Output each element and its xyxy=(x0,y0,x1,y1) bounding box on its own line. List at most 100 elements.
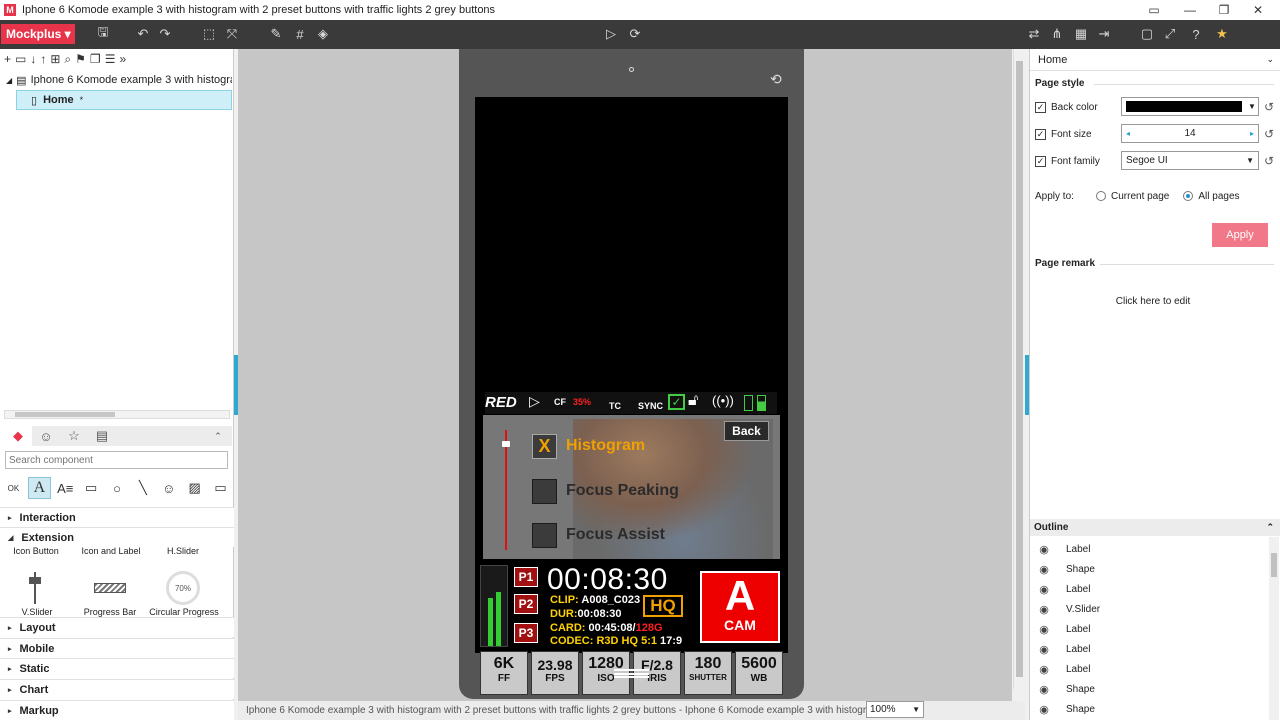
tab-components-icon[interactable]: ◆ xyxy=(4,426,32,446)
v-slider-thumb[interactable] xyxy=(502,441,510,447)
category-chart[interactable]: ▸ Chart xyxy=(0,679,234,699)
rotate-icon[interactable]: ⟲ xyxy=(770,71,782,88)
back-color-checkbox[interactable]: ✓ xyxy=(1035,101,1046,113)
redo-icon[interactable]: ↷ xyxy=(156,25,174,43)
preset-p1-button[interactable]: P1 xyxy=(514,567,538,587)
category-interaction[interactable]: ▸ Interaction xyxy=(0,507,234,527)
font-family-checkbox[interactable]: ✓ xyxy=(1035,155,1046,167)
outline-item[interactable]: ◉ Shape xyxy=(1030,559,1266,579)
folder-icon[interactable]: ▭ xyxy=(15,52,26,66)
collapse-icon[interactable]: ◢ xyxy=(6,76,12,85)
preset-p3-button[interactable]: P3 xyxy=(514,623,538,643)
fps-tile[interactable]: 23.98 FPS xyxy=(531,651,579,695)
back-button[interactable]: Back xyxy=(724,421,769,441)
swap-icon[interactable]: ⇄ xyxy=(1025,25,1043,43)
v-slider-track[interactable] xyxy=(505,430,507,550)
ext-icon-button[interactable]: Icon Button xyxy=(6,546,66,556)
help-icon[interactable]: ? xyxy=(1187,25,1205,43)
share-icon[interactable]: ⋔ xyxy=(1048,25,1066,43)
category-mobile[interactable]: ▸ Mobile xyxy=(0,638,234,658)
outline-item[interactable]: ◉ Shape xyxy=(1030,699,1266,719)
fullscreen-icon[interactable]: ⤢ xyxy=(1161,25,1179,43)
ext-circular-progress[interactable]: Circular Progress xyxy=(146,607,222,617)
more-icon[interactable]: » xyxy=(119,52,126,66)
resize-icon[interactable]: ⤧ xyxy=(223,25,241,43)
outline-item[interactable]: ◉ Label xyxy=(1030,579,1266,599)
icon-component-icon[interactable]: ☺ xyxy=(157,477,180,499)
font-size-stepper[interactable]: ◂ 14 ▸ xyxy=(1121,124,1259,143)
window-icon[interactable]: ▢ xyxy=(1138,25,1156,43)
design-canvas[interactable]: ⟲ RED ▷ CF 35% TC SYNC ✓ 🔓︎ ((•)) Back X… xyxy=(238,49,1012,701)
home-menu-icon[interactable] xyxy=(614,669,649,678)
all-pages-radio[interactable] xyxy=(1183,191,1194,201)
category-extension[interactable]: ◢ Extension xyxy=(0,527,234,547)
reset-font-family-icon[interactable]: ↺ xyxy=(1264,154,1274,168)
outline-scrollbar[interactable] xyxy=(1269,537,1279,720)
sync-icon[interactable]: ⟳ xyxy=(626,25,644,43)
reset-font-size-icon[interactable]: ↺ xyxy=(1264,127,1274,141)
category-markup[interactable]: ▸ Markup xyxy=(0,700,234,720)
play-icon[interactable]: ▷ xyxy=(602,25,620,43)
search-icon[interactable]: ⌕ xyxy=(64,52,71,67)
canvas-vertical-scrollbar[interactable] xyxy=(1013,49,1025,689)
project-tree-item[interactable]: ◢ ▤ Iphone 6 Komode example 3 with histo… xyxy=(0,70,232,90)
outline-item[interactable]: ◉ Label xyxy=(1030,539,1266,559)
tab-templates-icon[interactable]: ▤ xyxy=(88,426,116,446)
line-component-icon[interactable]: ╲ xyxy=(131,477,154,499)
brush-icon[interactable]: ✎ xyxy=(267,25,285,43)
white-balance-tile[interactable]: 5600 WB xyxy=(735,651,783,695)
outline-item[interactable]: ◉ V.Slider xyxy=(1030,599,1266,619)
select-icon[interactable]: ⬚ xyxy=(200,25,218,43)
focus-peaking-checkbox[interactable] xyxy=(532,479,557,504)
mockplus-menu-button[interactable]: Mockplus ▾ xyxy=(1,24,75,44)
export-icon[interactable]: ▦ xyxy=(1072,25,1090,43)
undo-icon[interactable]: ↶ xyxy=(134,25,152,43)
outline-item[interactable]: ◉ Shape xyxy=(1030,679,1266,699)
focus-assist-checkbox[interactable] xyxy=(532,523,557,548)
avatar-icon[interactable]: ★ xyxy=(1213,25,1231,43)
move-down-icon[interactable]: ↓ xyxy=(30,52,36,66)
collapse-properties-icon[interactable]: ⌄ xyxy=(1266,54,1274,65)
apply-button[interactable]: Apply xyxy=(1212,223,1268,247)
ext-progress-bar[interactable]: Progress Bar xyxy=(78,607,142,617)
rectangle-component-icon[interactable]: ▭ xyxy=(80,477,103,499)
grid-icon[interactable]: # xyxy=(291,25,309,43)
save-icon[interactable]: 🖫 xyxy=(94,24,112,43)
outline-item[interactable]: ◉ Label xyxy=(1030,619,1266,639)
outline-item[interactable]: ◉ Label xyxy=(1030,659,1266,679)
back-color-picker[interactable]: ▼ xyxy=(1121,97,1259,116)
button-component-icon[interactable]: OK xyxy=(2,477,25,499)
minimize-button[interactable]: — xyxy=(1172,0,1208,20)
collapse-panel-icon[interactable]: ⌃ xyxy=(204,426,232,446)
tab-favorites-icon[interactable]: ☆ xyxy=(60,426,88,446)
tree-scrollbar[interactable] xyxy=(4,410,230,419)
remark-edit-area[interactable]: Click here to edit xyxy=(1030,296,1276,307)
restore-view-icon[interactable]: ▭ xyxy=(1136,0,1172,20)
font-family-select[interactable]: Segoe UI ▼ xyxy=(1121,151,1259,170)
tree-icon[interactable]: ⊞ xyxy=(50,52,60,66)
circle-component-icon[interactable]: ○ xyxy=(106,477,129,499)
image-component-icon[interactable]: ▨ xyxy=(183,477,206,499)
page-item-home[interactable]: ▯ Home * xyxy=(16,90,232,110)
input-component-icon[interactable]: ▭ xyxy=(209,477,232,499)
flag-icon[interactable]: ⚑ xyxy=(75,52,86,66)
tab-icons-icon[interactable]: ☺ xyxy=(32,426,60,446)
font-size-checkbox[interactable]: ✓ xyxy=(1035,128,1046,140)
increase-icon[interactable]: ▸ xyxy=(1250,129,1254,138)
close-button[interactable]: ✕ xyxy=(1240,0,1276,20)
paragraph-component-icon[interactable]: A≡ xyxy=(54,477,77,499)
reset-back-color-icon[interactable]: ↺ xyxy=(1264,100,1274,114)
exit-icon[interactable]: ⇥ xyxy=(1095,25,1113,43)
current-page-radio[interactable] xyxy=(1096,191,1106,201)
shutter-tile[interactable]: 180 SHUTTER xyxy=(684,651,732,695)
copy-icon[interactable]: ❐ xyxy=(90,52,101,66)
outline-item[interactable]: ◉ Label xyxy=(1030,639,1266,659)
move-up-icon[interactable]: ↑ xyxy=(40,52,46,66)
cam-a-button[interactable]: A CAM xyxy=(700,571,780,643)
ext-h-slider[interactable]: H.Slider xyxy=(158,546,208,556)
maximize-button[interactable]: ❐ xyxy=(1206,0,1242,20)
resolution-tile[interactable]: 6K FF xyxy=(480,651,528,695)
add-page-icon[interactable]: + xyxy=(4,52,11,66)
preset-p2-button[interactable]: P2 xyxy=(514,594,538,614)
fill-icon[interactable]: ◈ xyxy=(314,25,332,43)
